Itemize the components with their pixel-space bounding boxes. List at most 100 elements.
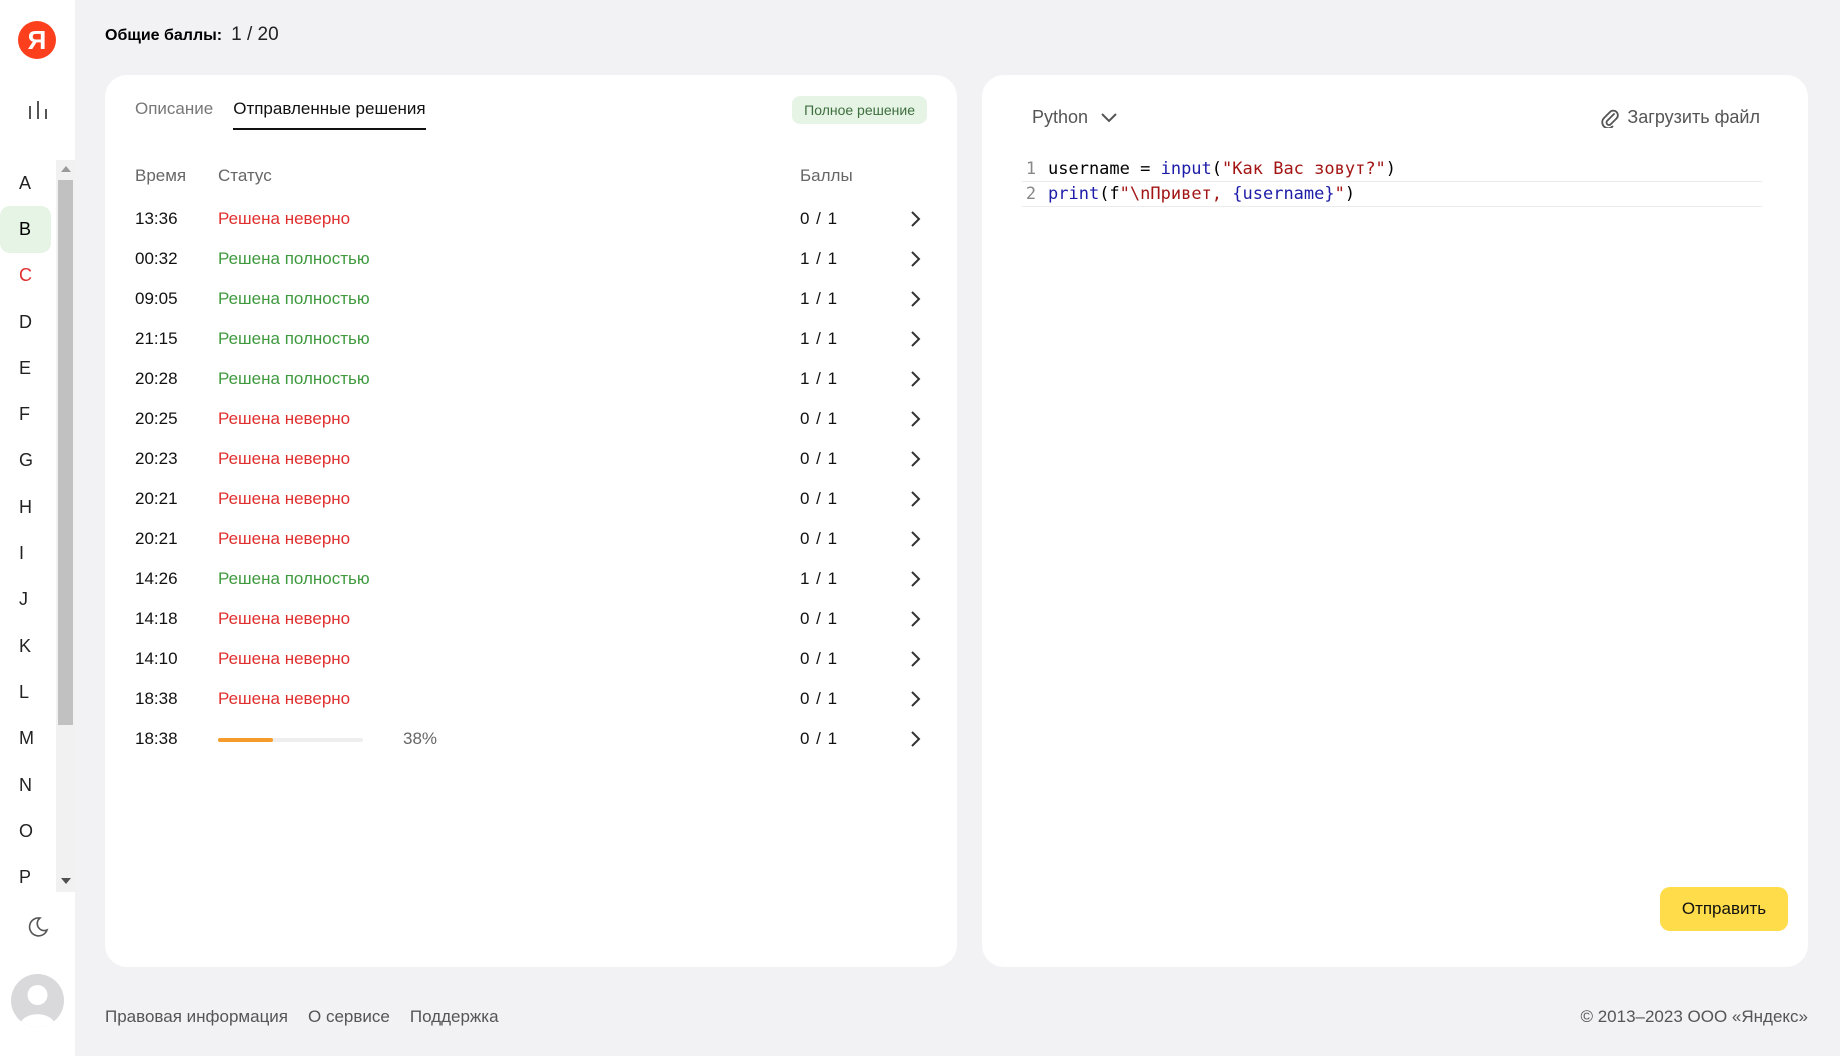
submit-button[interactable]: Отправить bbox=[1660, 887, 1788, 931]
scroll-thumb[interactable] bbox=[58, 180, 73, 725]
chevron-right-icon[interactable] bbox=[910, 209, 922, 229]
scroll-down-icon[interactable] bbox=[61, 878, 71, 884]
submission-time: 20:21 bbox=[135, 489, 178, 508]
chevron-right-icon[interactable] bbox=[910, 289, 922, 309]
table-row[interactable]: 20:21 Решена неверно 0 / 1 bbox=[135, 519, 927, 559]
copyright: © 2013–2023 ООО «Яндекс» bbox=[1580, 1007, 1808, 1026]
code-token: "Как Вас зовут?" bbox=[1222, 159, 1386, 179]
problem-letter-j[interactable]: J bbox=[0, 577, 56, 623]
problem-letter-b[interactable]: B bbox=[0, 206, 51, 253]
chevron-right-icon[interactable] bbox=[910, 329, 922, 349]
problem-letter-n[interactable]: N bbox=[0, 762, 56, 808]
submission-score: 0 / 1 bbox=[800, 689, 839, 708]
progress-bar bbox=[218, 738, 363, 742]
line-number: 1 bbox=[1025, 159, 1037, 179]
letters-scrollbar[interactable] bbox=[56, 160, 75, 892]
table-row[interactable]: 14:18 Решена неверно 0 / 1 bbox=[135, 599, 927, 639]
chevron-right-icon[interactable] bbox=[910, 649, 922, 669]
problem-letter-f[interactable]: F bbox=[0, 391, 56, 437]
chevron-right-icon[interactable] bbox=[910, 369, 922, 389]
table-header: Время Статус Баллы bbox=[135, 166, 925, 190]
submission-status: Решена неверно bbox=[218, 649, 351, 668]
problem-letter-i[interactable]: I bbox=[0, 530, 56, 576]
problem-letter-e[interactable]: E bbox=[0, 345, 56, 391]
chevron-right-icon[interactable] bbox=[910, 729, 922, 749]
submission-time: 20:25 bbox=[135, 409, 178, 428]
editor-panel: Python Загрузить файл 1 username = input(… bbox=[982, 75, 1808, 967]
submission-score: 0 / 1 bbox=[800, 409, 839, 428]
language-select[interactable]: Python bbox=[1032, 107, 1118, 128]
problem-letter-g[interactable]: G bbox=[0, 438, 56, 484]
table-row[interactable]: 18:38 38% 0 / 1 bbox=[135, 719, 927, 759]
table-row[interactable]: 18:38 Решена неверно 0 / 1 bbox=[135, 679, 927, 719]
line-number: 2 bbox=[1025, 184, 1037, 204]
submission-time: 18:38 bbox=[135, 729, 178, 748]
table-row[interactable]: 09:05 Решена полностью 1 / 1 bbox=[135, 279, 927, 319]
code-line[interactable]: 2 print(f"\nПривет, {username}") bbox=[1022, 182, 1762, 207]
submission-time: 14:26 bbox=[135, 569, 178, 588]
problem-letter-a[interactable]: A bbox=[0, 160, 56, 206]
table-row[interactable]: 14:26 Решена полностью 1 / 1 bbox=[135, 559, 927, 599]
submission-status: Решена неверно bbox=[218, 609, 351, 628]
table-row[interactable]: 21:15 Решена полностью 1 / 1 bbox=[135, 319, 927, 359]
submission-score: 1 / 1 bbox=[800, 569, 839, 588]
code-editor[interactable]: 1 username = input("Как Вас зовут?") 2 prin… bbox=[1022, 157, 1762, 207]
left-rail: Я ABCDEFGHIJKLMNOP bbox=[0, 0, 75, 1056]
table-row[interactable]: 20:23 Решена неверно 0 / 1 bbox=[135, 439, 927, 479]
yandex-logo[interactable]: Я bbox=[18, 21, 56, 59]
submission-score: 0 / 1 bbox=[800, 729, 839, 748]
table-row[interactable]: 00:32 Решена полностью 1 / 1 bbox=[135, 239, 927, 279]
table-row[interactable]: 20:21 Решена неверно 0 / 1 bbox=[135, 479, 927, 519]
tab-bar: Описание Отправленные решения bbox=[135, 99, 426, 130]
submission-time: 20:21 bbox=[135, 529, 178, 548]
submission-time: 00:32 bbox=[135, 249, 178, 268]
submission-time: 18:38 bbox=[135, 689, 178, 708]
avatar[interactable] bbox=[11, 974, 64, 1027]
moon-icon[interactable] bbox=[26, 915, 50, 939]
chevron-right-icon[interactable] bbox=[910, 449, 922, 469]
problem-letter-d[interactable]: D bbox=[0, 299, 56, 345]
submissions-panel: Описание Отправленные решения Полное реш… bbox=[105, 75, 957, 967]
chevron-right-icon[interactable] bbox=[910, 609, 922, 629]
upload-file-button[interactable]: Загрузить файл bbox=[1601, 107, 1760, 128]
total-score: Общие баллы: 1 / 20 bbox=[105, 24, 279, 46]
submission-score: 1 / 1 bbox=[800, 369, 839, 388]
submission-time: 14:18 bbox=[135, 609, 178, 628]
submission-status: Решена неверно bbox=[218, 449, 351, 468]
table-row[interactable]: 20:25 Решена неверно 0 / 1 bbox=[135, 399, 927, 439]
chevron-right-icon[interactable] bbox=[910, 489, 922, 509]
problem-letter-p[interactable]: P bbox=[0, 854, 56, 892]
table-row[interactable]: 13:36 Решена неверно 0 / 1 bbox=[135, 199, 927, 239]
submission-score: 0 / 1 bbox=[800, 609, 839, 628]
paperclip-icon bbox=[1601, 109, 1620, 128]
submission-status: Решена полностью bbox=[218, 289, 370, 308]
submission-time: 13:36 bbox=[135, 209, 178, 228]
problem-letter-k[interactable]: K bbox=[0, 623, 56, 669]
submission-status: Решена полностью bbox=[218, 249, 370, 268]
table-row[interactable]: 14:10 Решена неверно 0 / 1 bbox=[135, 639, 927, 679]
code-line[interactable]: 1 username = input("Как Вас зовут?") bbox=[1022, 157, 1762, 182]
tab-description[interactable]: Описание bbox=[135, 99, 213, 130]
problem-letter-m[interactable]: M bbox=[0, 716, 56, 762]
tab-submissions[interactable]: Отправленные решения bbox=[233, 99, 426, 130]
chevron-right-icon[interactable] bbox=[910, 689, 922, 709]
footer-link-support[interactable]: Поддержка bbox=[410, 1007, 499, 1027]
footer-link-about[interactable]: О сервисе bbox=[308, 1007, 390, 1027]
submission-score: 1 / 1 bbox=[800, 249, 839, 268]
problem-letter-o[interactable]: O bbox=[0, 808, 56, 854]
user-silhouette-icon bbox=[19, 985, 56, 1027]
chevron-right-icon[interactable] bbox=[910, 569, 922, 589]
problem-letter-l[interactable]: L bbox=[0, 669, 56, 715]
submission-time: 21:15 bbox=[135, 329, 178, 348]
chevron-right-icon[interactable] bbox=[910, 529, 922, 549]
chevron-right-icon[interactable] bbox=[910, 249, 922, 269]
scroll-up-icon[interactable] bbox=[61, 166, 71, 172]
problem-letter-c[interactable]: C bbox=[0, 253, 56, 299]
footer-link-legal[interactable]: Правовая информация bbox=[105, 1007, 288, 1027]
chevron-right-icon[interactable] bbox=[910, 409, 922, 429]
submission-score: 0 / 1 bbox=[800, 529, 839, 548]
table-row[interactable]: 20:28 Решена полностью 1 / 1 bbox=[135, 359, 927, 399]
stats-icon[interactable] bbox=[26, 98, 50, 122]
submission-status: Решена неверно bbox=[218, 209, 351, 228]
problem-letter-h[interactable]: H bbox=[0, 484, 56, 530]
